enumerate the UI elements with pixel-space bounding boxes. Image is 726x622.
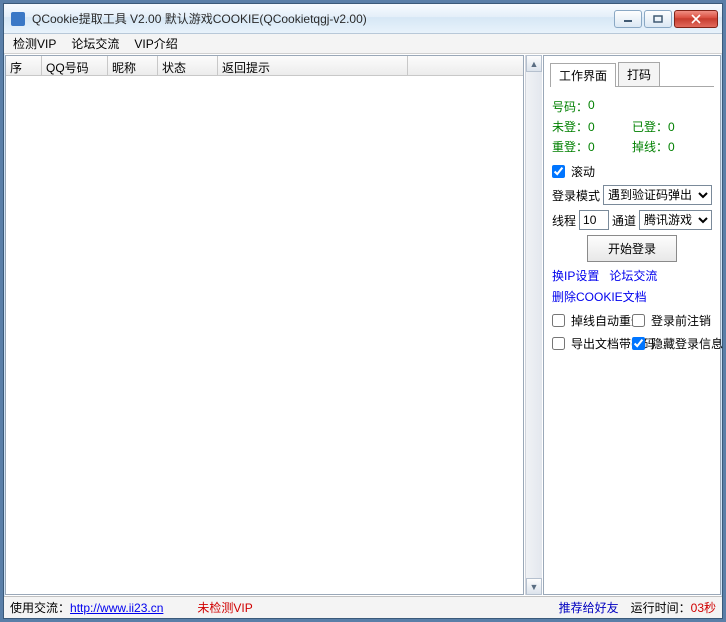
scroll-label: 滚动 [571, 163, 595, 180]
link-ip-settings[interactable]: 换IP设置 [552, 269, 599, 283]
stat-cd-value: 0 [588, 140, 595, 154]
minimize-button[interactable] [614, 10, 642, 28]
thread-label: 线程 [552, 212, 576, 229]
col-nick[interactable]: 昵称 [108, 56, 158, 75]
col-spacer [408, 56, 523, 75]
menu-vip-intro[interactable]: VIP介绍 [128, 33, 183, 54]
stat-num-value: 0 [588, 98, 595, 115]
stat-yd-value: 0 [668, 120, 675, 134]
stat-wd-value: 0 [588, 120, 595, 134]
tab-dama[interactable]: 打码 [618, 62, 660, 86]
app-window: QCookie提取工具 V2.00 默认游戏COOKIE(QCookietqgj… [3, 3, 723, 619]
stat-dx-value: 0 [668, 140, 675, 154]
start-login-button[interactable]: 开始登录 [587, 235, 677, 262]
channel-select[interactable]: 腾讯游戏 [639, 210, 712, 230]
col-qq[interactable]: QQ号码 [42, 56, 108, 75]
chk-auto-relogin[interactable] [552, 314, 565, 327]
table-body[interactable] [6, 76, 523, 594]
col-seq[interactable]: 序 [6, 56, 42, 75]
side-tabs: 工作界面 打码 [550, 62, 714, 87]
thread-input[interactable] [579, 210, 609, 230]
title-bar[interactable]: QCookie提取工具 V2.00 默认游戏COOKIE(QCookietqgj… [4, 4, 722, 34]
status-use-label: 使用交流： [10, 599, 70, 616]
link-forum[interactable]: 论坛交流 [609, 269, 657, 283]
app-icon [10, 11, 26, 27]
status-bar: 使用交流： http://www.ii23.cn 未检测VIP 推荐给好友 运行… [4, 596, 722, 618]
menu-forum[interactable]: 论坛交流 [65, 33, 125, 54]
stat-dx-label: 掉线： [632, 140, 668, 154]
login-mode-label: 登录模式 [552, 187, 600, 204]
side-panel: 工作界面 打码 号码：0 未登：0 已登：0 重登：0 掉线：0 滚动 登录模式… [543, 55, 721, 595]
status-recommend[interactable]: 推荐给好友 [559, 599, 619, 616]
status-vip: 未检测VIP [197, 599, 252, 616]
stat-cd-label: 重登： [552, 140, 588, 154]
table-header: 序 QQ号码 昵称 状态 返回提示 [6, 56, 523, 76]
channel-label: 通道 [612, 212, 636, 229]
scroll-up-icon[interactable]: ▲ [526, 55, 542, 72]
status-runtime: 运行时间：03秒 [631, 599, 716, 616]
window-title: QCookie提取工具 V2.00 默认游戏COOKIE(QCookietqgj… [32, 10, 614, 27]
stat-num-label: 号码： [552, 98, 588, 115]
scroll-down-icon[interactable]: ▼ [526, 578, 542, 595]
tab-work[interactable]: 工作界面 [550, 63, 616, 87]
chk-logout-before-label: 登录前注销 [651, 312, 711, 329]
status-use-link[interactable]: http://www.ii23.cn [70, 601, 163, 615]
col-msg[interactable]: 返回提示 [218, 56, 408, 75]
tab-work-body: 号码：0 未登：0 已登：0 重登：0 掉线：0 滚动 登录模式 遇到验证码弹出… [544, 87, 720, 363]
account-table: 序 QQ号码 昵称 状态 返回提示 [5, 55, 524, 595]
stat-wd-label: 未登： [552, 120, 588, 134]
window-controls [614, 10, 718, 28]
col-status[interactable]: 状态 [158, 56, 218, 75]
menu-check-vip[interactable]: 检测VIP [7, 33, 62, 54]
login-mode-select[interactable]: 遇到验证码弹出 [603, 185, 712, 205]
scrollbar[interactable]: ▲ ▼ [525, 55, 542, 595]
chk-export-pwd[interactable] [552, 337, 565, 350]
close-button[interactable] [674, 10, 718, 28]
menu-bar: 检测VIP 论坛交流 VIP介绍 [4, 34, 722, 54]
link-delete-cookie[interactable]: 删除COOKIE文档 [552, 290, 647, 304]
stat-yd-label: 已登： [632, 120, 668, 134]
maximize-button[interactable] [644, 10, 672, 28]
client-area: 序 QQ号码 昵称 状态 返回提示 ▲ ▼ 工作界面 打码 号码：0 未登：0 [4, 54, 722, 596]
chk-hide-info-label: 隐藏登录信息 [651, 335, 723, 352]
chk-logout-before[interactable] [632, 314, 645, 327]
chk-hide-info[interactable] [632, 337, 645, 350]
scroll-checkbox[interactable] [552, 165, 565, 178]
scroll-track[interactable] [526, 72, 542, 578]
